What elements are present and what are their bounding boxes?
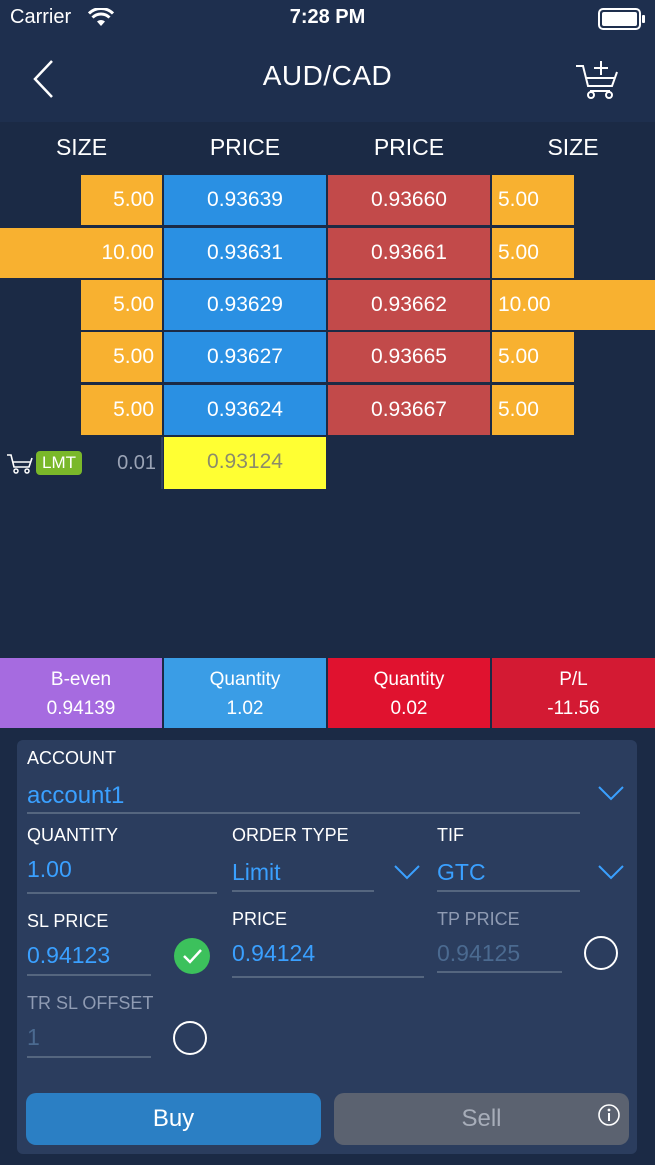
account-underline [27,812,580,814]
clock: 7:28 PM [289,6,366,28]
ask-price-cell[interactable]: 0.93665 [328,332,490,382]
sell-button[interactable]: Sell [334,1093,629,1145]
bid-price-cell[interactable]: 0.93639 [164,175,326,225]
pl-value: -11.56 [547,698,600,719]
nav-bar: AUD/CAD [0,38,655,122]
ask-size-cell[interactable]: 10.00 [492,280,655,330]
tif-underline [437,890,580,892]
sell-quantity-stat: Quantity 0.02 [328,658,490,728]
tr-sl-offset-underline [27,1056,151,1058]
order-type-select[interactable]: Limit [232,859,281,886]
bid-price-cell[interactable]: 0.93624 [164,385,326,435]
bid-price-cell[interactable]: 0.93631 [164,228,326,278]
bid-size-cell[interactable]: 10.00 [0,228,162,278]
price-input[interactable]: 0.94124 [232,940,315,967]
bid-price-cell[interactable]: 0.93629 [164,280,326,330]
sl-price-input[interactable]: 0.94123 [27,942,110,969]
buy-button[interactable]: Buy [26,1093,321,1145]
ask-size-cell[interactable]: 5.00 [492,175,574,225]
price-label: PRICE [232,909,288,929]
order-type-label: ORDER TYPE [232,825,349,845]
pending-order-row[interactable]: LMT 0.01 0.93124 [0,437,655,489]
sell-quantity-label: Quantity [373,669,445,690]
ask-size-cell[interactable]: 5.00 [492,385,574,435]
breakeven-stat: B-even 0.94139 [0,658,162,728]
info-icon[interactable] [597,1103,621,1127]
tif-label: TIF [437,825,464,845]
quantity-input[interactable]: 1.00 [27,856,72,883]
ask-price-cell[interactable]: 0.93662 [328,280,490,330]
tr-sl-offset-input[interactable]: 1 [27,1024,40,1051]
quantity-label: QUANTITY [27,825,119,845]
ask-size-header: SIZE [547,134,599,160]
sell-quantity-value: 0.02 [390,698,428,719]
order-book: 5.00 0.93639 0.93660 5.00 10.00 0.93631 … [0,175,655,437]
ask-price-cell[interactable]: 0.93660 [328,175,490,225]
pl-label: P/L [559,669,588,690]
breakeven-value: 0.94139 [46,698,116,719]
ask-price-header: PRICE [373,134,445,160]
breakeven-label: B-even [50,669,112,690]
buy-quantity-stat: Quantity 1.02 [164,658,326,728]
cart-add-icon[interactable] [574,58,620,100]
bid-size-header: SIZE [55,134,108,160]
bid-price-header: PRICE [209,134,281,160]
battery-icon [598,8,645,30]
buy-quantity-label: Quantity [209,669,281,690]
chevron-down-icon[interactable] [393,863,421,881]
ask-size-cell[interactable]: 5.00 [492,228,574,278]
bid-size-cell[interactable]: 5.00 [81,332,162,382]
page-title: AUD/CAD [262,60,393,91]
tif-select[interactable]: GTC [437,859,486,886]
tp-price-label: TP PRICE [437,909,520,929]
tp-price-input[interactable]: 0.94125 [437,940,520,967]
pending-order-price[interactable]: 0.93124 [164,437,326,489]
sl-enabled-check-icon[interactable] [173,937,211,975]
chevron-down-icon[interactable] [597,863,625,881]
lmt-badge: LMT [36,451,82,475]
tp-enable-toggle[interactable] [584,936,618,970]
price-underline [232,976,424,978]
tp-price-underline [437,971,562,973]
status-bar: Carrier 7:28 PM [0,0,655,38]
ask-price-cell[interactable]: 0.93661 [328,228,490,278]
bid-size-cell[interactable]: 5.00 [81,385,162,435]
ask-size-cell[interactable]: 5.00 [492,332,574,382]
pending-order-size: 0.01 [117,452,156,474]
quantity-underline [27,892,217,894]
bid-size-cell[interactable]: 5.00 [81,175,162,225]
bid-price-cell[interactable]: 0.93627 [164,332,326,382]
ask-price-cell[interactable]: 0.93667 [328,385,490,435]
divider [161,437,163,489]
chevron-down-icon[interactable] [597,784,625,802]
order-type-underline [232,890,374,892]
cart-icon [7,454,33,474]
buy-quantity-value: 1.02 [226,698,264,719]
account-select[interactable]: account1 [27,782,124,810]
sl-price-label: SL PRICE [27,911,109,931]
pl-stat: P/L -11.56 [492,658,655,728]
bid-size-cell[interactable]: 5.00 [81,280,162,330]
order-form: ACCOUNT account1 QUANTITY 1.00 ORDER TYP… [17,740,637,1154]
tr-sl-enable-toggle[interactable] [173,1021,207,1055]
account-label: ACCOUNT [27,748,116,768]
sl-price-underline [27,974,151,976]
tr-sl-offset-label: TR SL OFFSET [27,993,154,1013]
